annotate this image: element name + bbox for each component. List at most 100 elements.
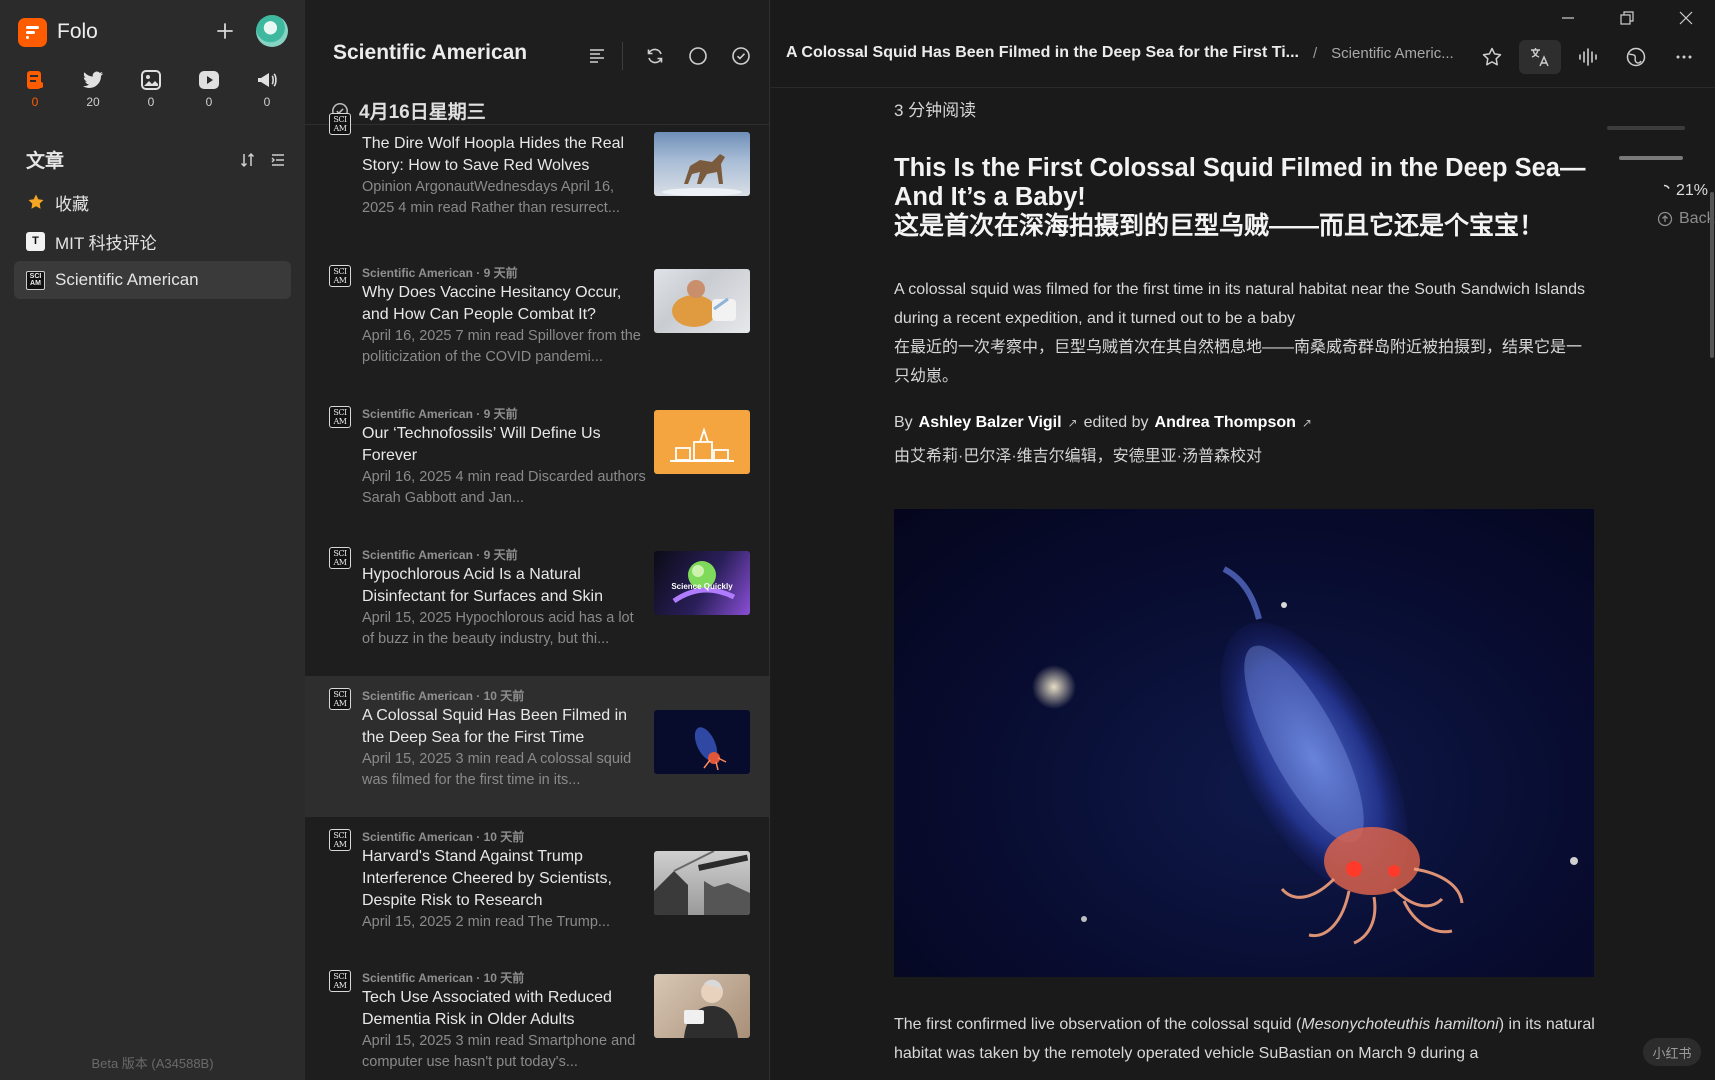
sidebar-item-favorites[interactable]: 收藏	[14, 183, 291, 221]
minimize-button[interactable]	[1538, 4, 1597, 32]
entry-title: The Dire Wolf Hoopla Hides the Real Stor…	[362, 135, 625, 174]
check-circle-icon	[731, 47, 750, 65]
arrow-up-circle-icon	[1657, 211, 1673, 227]
watermark: 小红书	[1643, 1038, 1701, 1066]
byline-by: By	[894, 414, 913, 431]
scrollbar[interactable]	[1710, 192, 1714, 358]
feed-list: 收藏 T MIT 科技评论 SCI AM Scientific American	[14, 183, 291, 300]
view-social[interactable]: 20	[64, 68, 122, 109]
more-button[interactable]	[1663, 40, 1705, 74]
entry-meta: Scientific American · 10 天前	[362, 689, 525, 703]
sciam-logo-icon: SCI AM	[329, 688, 351, 710]
list-header: Scientific American	[305, 0, 769, 96]
entry-item[interactable]: SCI AM Scientific American · 9 天前 Our ‘T…	[305, 394, 769, 535]
pictures-icon	[141, 70, 161, 90]
sidebar-item-scientific-american[interactable]: SCI AM Scientific American	[14, 261, 291, 299]
view-count: 20	[86, 95, 100, 109]
sciam-logo-icon: SCI AM	[26, 270, 45, 290]
entry-thumbnail	[654, 851, 750, 915]
translate-button[interactable]	[1519, 40, 1561, 74]
brand: Folo	[18, 16, 98, 48]
back-to-top-button[interactable]: Back To Top	[1657, 210, 1715, 228]
refresh-icon	[647, 48, 662, 64]
mark-all-read-button[interactable]	[719, 43, 762, 69]
article-body: The first confirmed live observation of …	[894, 1010, 1604, 1068]
byline-translation: 由艾希莉·巴尔泽·维吉尔编辑，安德里亚·汤普森校对	[894, 448, 1262, 465]
sciam-logo-icon: SCI AM	[329, 970, 351, 992]
mit-logo-icon: T	[26, 231, 45, 251]
view-count: 0	[31, 95, 39, 109]
unread-filter-button[interactable]	[676, 43, 719, 69]
view-articles[interactable]: 0	[6, 68, 64, 109]
entry-title: Our ‘Technofossils’ Will Define Us Forev…	[362, 425, 601, 464]
entry-thumbnail	[654, 269, 750, 333]
section-title: 文章	[26, 151, 65, 172]
crumb-title[interactable]: A Colossal Squid Has Been Filmed in the …	[786, 44, 1299, 62]
view-notifications[interactable]: 0	[238, 68, 296, 109]
entry-item[interactable]: SCI AM Scientific American · 10 天前 Harva…	[305, 817, 769, 958]
article-summary-translation: 在最近的一次考察中，巨型乌贼首次在其自然栖息地——南桑威奇群岛附近被拍摄到，结果…	[894, 339, 1583, 385]
entry-description: April 15, 2025 2 min read The Trump...	[362, 914, 610, 930]
app-name: Folo	[57, 20, 98, 43]
entry-item[interactable]: SCI AM Scientific American · 9 天前 Why Do…	[305, 253, 769, 394]
view-count: 0	[205, 95, 213, 109]
star-outline-icon	[1482, 47, 1502, 66]
entry-meta: Scientific American · 9 天前	[362, 407, 518, 421]
sciam-logo-icon: SCI AM	[329, 265, 351, 287]
entry-thumbnail	[654, 974, 750, 1038]
entry-description: Opinion ArgonautWednesdays April 16, 202…	[362, 179, 620, 216]
audio-wave-icon	[1579, 48, 1597, 66]
sort-icon[interactable]	[240, 152, 256, 168]
article-view-icon	[27, 71, 43, 89]
entry-thumbnail	[654, 132, 750, 196]
star-button[interactable]	[1471, 40, 1513, 74]
translate-icon	[1531, 48, 1549, 67]
entry-meta: Scientific American · 10 天前	[362, 830, 525, 844]
entry-title: Hypochlorous Acid Is a Natural Disinfect…	[362, 566, 604, 605]
view-switcher: 0 20 0 0 0	[6, 68, 296, 109]
reading-progress: 21%	[1657, 182, 1708, 200]
reader-actions	[1471, 40, 1705, 74]
date-label: 4月16日星期三	[359, 102, 486, 123]
sidebar: Folo 0 20 0 0 0 文章 收藏 T MIT 科技评论 SCI AM …	[0, 0, 305, 1080]
entry-item[interactable]: SCI AM Scientific American · 10 天前 Tech …	[305, 958, 769, 1080]
entry-item[interactable]: SCI AM Scientific American · 9 天前 Hypoch…	[305, 535, 769, 676]
video-play-icon	[199, 71, 219, 89]
date-group-header[interactable]: 4月16日星期三	[331, 97, 486, 124]
species-name: Mesonychoteuthis hamiltoni	[1301, 1016, 1499, 1033]
section-header: 文章	[26, 146, 286, 173]
sciam-logo-icon: SCI AM	[329, 547, 351, 569]
sciam-logo-icon: SCI AM	[329, 113, 351, 135]
entries: SCI AM The Dire Wolf Hoopla Hides the Re…	[305, 113, 769, 1080]
sidebar-item-label: Scientific American	[55, 270, 199, 289]
view-pictures[interactable]: 0	[122, 68, 180, 109]
refresh-button[interactable]	[633, 43, 676, 69]
avatar[interactable]	[256, 15, 288, 47]
open-in-browser-button[interactable]	[1615, 40, 1657, 74]
restore-button[interactable]	[1597, 4, 1656, 32]
sciam-logo-icon: SCI AM	[329, 406, 351, 428]
author-link[interactable]: Ashley Balzer Vigil	[919, 414, 1062, 432]
article-hero-image[interactable]	[894, 509, 1594, 977]
sidebar-item-mit[interactable]: T MIT 科技评论	[14, 222, 291, 260]
editor-link[interactable]: Andrea Thompson	[1155, 414, 1296, 432]
article-summary: A colossal squid was filmed for the firs…	[894, 281, 1586, 327]
entry-item-active[interactable]: SCI AM Scientific American · 10 天前 A Col…	[305, 676, 769, 817]
collapse-list-icon[interactable]	[270, 152, 286, 168]
restore-icon	[1619, 11, 1634, 25]
text-align-icon	[589, 49, 604, 63]
sidebar-item-label: 收藏	[55, 194, 89, 214]
view-mode-button[interactable]	[575, 43, 618, 69]
reader-panel: A Colossal Squid Has Been Filmed in the …	[771, 0, 1715, 1080]
toc-item-active[interactable]	[1619, 156, 1683, 160]
body-text-start: The first confirmed live observation of …	[894, 1016, 1302, 1033]
text-to-speech-button[interactable]	[1567, 40, 1609, 74]
close-button[interactable]	[1656, 4, 1715, 32]
crumb-feed[interactable]: Scientific Americ...	[1331, 45, 1454, 62]
entry-meta: Scientific American · 9 天前	[362, 548, 518, 562]
toc-item[interactable]	[1607, 126, 1685, 130]
view-videos[interactable]: 0	[180, 68, 238, 109]
add-feed-button[interactable]	[210, 16, 240, 46]
entry-title: A Colossal Squid Has Been Filmed in the …	[362, 707, 628, 746]
entry-item[interactable]: SCI AM The Dire Wolf Hoopla Hides the Re…	[305, 113, 769, 253]
